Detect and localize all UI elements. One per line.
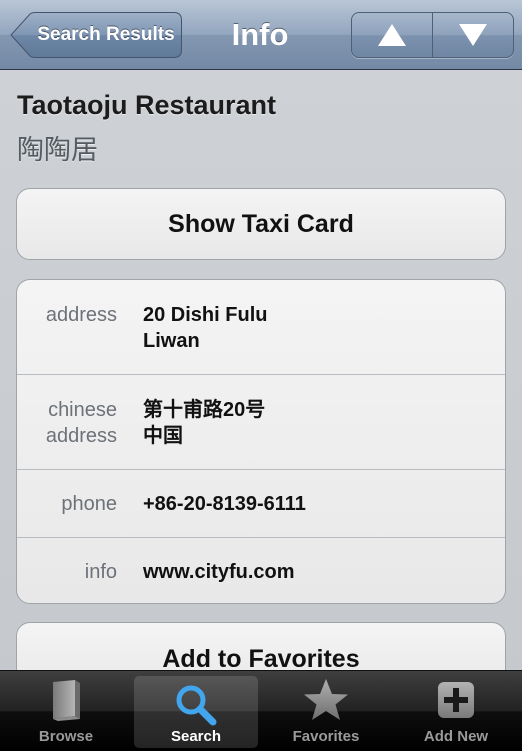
previous-button[interactable]	[352, 13, 432, 57]
address-line-2: Liwan	[143, 330, 200, 352]
details-table: address 20 Dishi Fulu Liwan chinese addr…	[16, 279, 506, 604]
phone-value: +86-20-8139-6111	[143, 493, 306, 515]
triangle-up-icon	[378, 24, 406, 46]
magnifier-icon	[134, 682, 258, 728]
book-icon	[4, 677, 128, 723]
place-name: Taotaoju Restaurant	[17, 90, 277, 120]
address-value: 20 Dishi Fulu Liwan	[143, 302, 267, 354]
next-button[interactable]	[432, 13, 513, 57]
tab-browse[interactable]: Browse	[4, 671, 128, 751]
address-row[interactable]: address 20 Dishi Fulu Liwan	[17, 280, 505, 375]
chinese-address-label-line-2: address	[45, 425, 117, 447]
tab-search[interactable]: Search	[134, 676, 258, 748]
phone-label: phone	[61, 493, 117, 515]
tab-add-new-label: Add New	[423, 728, 489, 745]
tab-favorites[interactable]: Favorites	[264, 671, 388, 751]
chinese-address-label: chinese address	[17, 397, 117, 449]
show-taxi-card-button[interactable]: Show Taxi Card	[16, 188, 506, 260]
star-icon	[264, 677, 388, 723]
tab-favorites-label: Favorites	[292, 728, 360, 745]
address-line-1: 20 Dishi Fulu	[143, 304, 268, 326]
chinese-address-line-1: 第十甫路20号	[143, 399, 266, 421]
phone-row[interactable]: phone +86-20-8139-6111	[17, 470, 505, 538]
tab-bar: Browse Search Favorites Add New	[0, 670, 522, 751]
info-value: www.cityfu.com	[143, 561, 295, 583]
chinese-address-label-line-1: chinese	[48, 399, 117, 421]
back-button[interactable]: Search Results	[10, 12, 182, 58]
place-name-chinese: 陶陶居	[17, 135, 98, 165]
address-label: address	[45, 304, 117, 326]
show-taxi-card-label: Show Taxi Card	[168, 209, 354, 238]
triangle-down-icon	[459, 24, 487, 46]
chinese-address-row[interactable]: chinese address 第十甫路20号 中国	[17, 375, 505, 470]
prev-next-segmented-control	[351, 12, 514, 58]
navigation-bar: Search Results Info	[0, 0, 522, 70]
tab-add-new[interactable]: Add New	[394, 671, 518, 751]
plus-square-icon	[394, 677, 518, 723]
back-button-label: Search Results	[37, 24, 175, 45]
info-row[interactable]: info www.cityfu.com	[17, 538, 505, 603]
tab-browse-label: Browse	[38, 728, 94, 745]
chinese-address-line-2: 中国	[143, 425, 183, 447]
chinese-address-value: 第十甫路20号 中国	[143, 397, 265, 449]
info-label: info	[84, 561, 117, 583]
page-title: Info	[231, 17, 289, 52]
tab-search-label: Search	[170, 728, 222, 745]
